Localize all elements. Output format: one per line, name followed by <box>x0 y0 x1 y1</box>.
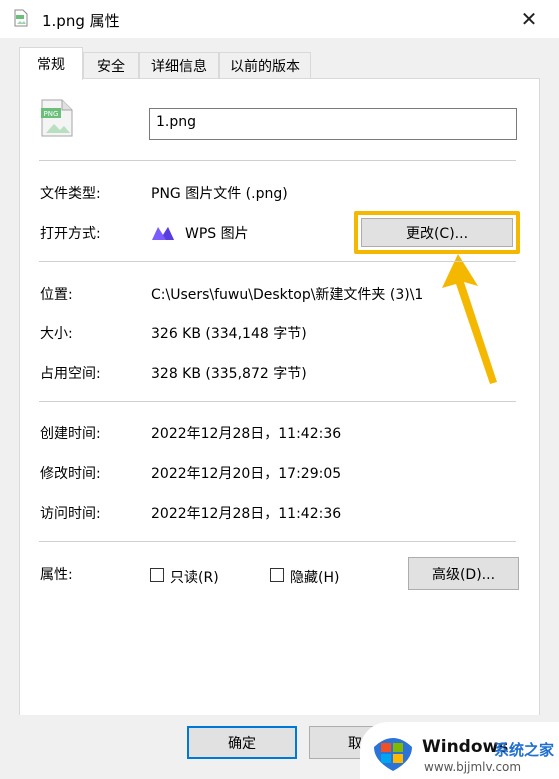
close-button[interactable]: ✕ <box>514 4 544 34</box>
close-icon: ✕ <box>520 7 538 31</box>
windows-logo-icon <box>374 738 412 771</box>
open-with-app: WPS 图片 <box>185 226 249 242</box>
png-icon-text: PNG <box>44 110 59 118</box>
ok-button[interactable]: 确定 <box>187 726 297 759</box>
tab-previous-versions-label: 以前的版本 <box>230 58 300 75</box>
size-label: 大小: <box>40 326 73 342</box>
advanced-button[interactable]: 高级(D)... <box>408 557 519 590</box>
accessed-label: 访问时间: <box>40 506 101 522</box>
file-name-input[interactable]: 1.png <box>149 108 517 140</box>
wps-pictures-icon <box>152 227 174 240</box>
divider <box>39 541 516 542</box>
tab-previous-versions[interactable]: 以前的版本 <box>219 52 311 78</box>
tab-general[interactable]: 常规 <box>19 47 83 80</box>
tab-security-label: 安全 <box>97 58 125 75</box>
file-type-label: 文件类型: <box>40 186 101 202</box>
watermark-url: www.bjjmlv.com <box>424 760 522 774</box>
accessed-value: 2022年12月28日，11:42:36 <box>151 506 342 522</box>
created-label: 创建时间: <box>40 426 101 442</box>
watermark-site: 系统之家 <box>494 741 555 759</box>
modified-label: 修改时间: <box>40 466 101 482</box>
open-with-label: 打开方式: <box>40 226 101 242</box>
tab-details-label: 详细信息 <box>151 58 207 75</box>
divider <box>39 261 516 262</box>
png-file-icon: PNG <box>41 99 73 137</box>
annotation-arrow <box>442 254 497 384</box>
tab-general-label: 常规 <box>37 57 65 73</box>
tab-security[interactable]: 安全 <box>83 52 139 78</box>
modified-value: 2022年12月20日，17:29:05 <box>151 466 342 482</box>
tab-details[interactable]: 详细信息 <box>139 52 219 78</box>
image-file-icon <box>14 9 28 27</box>
hidden-checkbox[interactable] <box>270 568 284 582</box>
general-panel <box>19 78 540 716</box>
size-on-disk-value: 328 KB (335,872 字节) <box>151 366 307 382</box>
readonly-checkbox[interactable] <box>150 568 164 582</box>
hidden-label: 隐藏(H) <box>290 570 340 586</box>
advanced-button-label: 高级(D)... <box>431 566 496 583</box>
highlight-box <box>354 211 520 254</box>
created-value: 2022年12月28日，11:42:36 <box>151 426 342 442</box>
ok-button-label: 确定 <box>228 735 256 752</box>
location-value: C:\Users\fuwu\Desktop\新建文件夹 (3)\1 <box>151 287 424 303</box>
file-type-value: PNG 图片文件 (.png) <box>151 186 288 202</box>
size-on-disk-label: 占用空间: <box>40 366 101 382</box>
location-label: 位置: <box>40 287 73 303</box>
size-value: 326 KB (334,148 字节) <box>151 326 307 342</box>
attributes-label: 属性: <box>40 567 73 583</box>
readonly-label: 只读(R) <box>170 570 219 586</box>
divider <box>39 160 516 161</box>
window-title: 1.png 属性 <box>42 12 120 30</box>
divider <box>39 401 516 402</box>
